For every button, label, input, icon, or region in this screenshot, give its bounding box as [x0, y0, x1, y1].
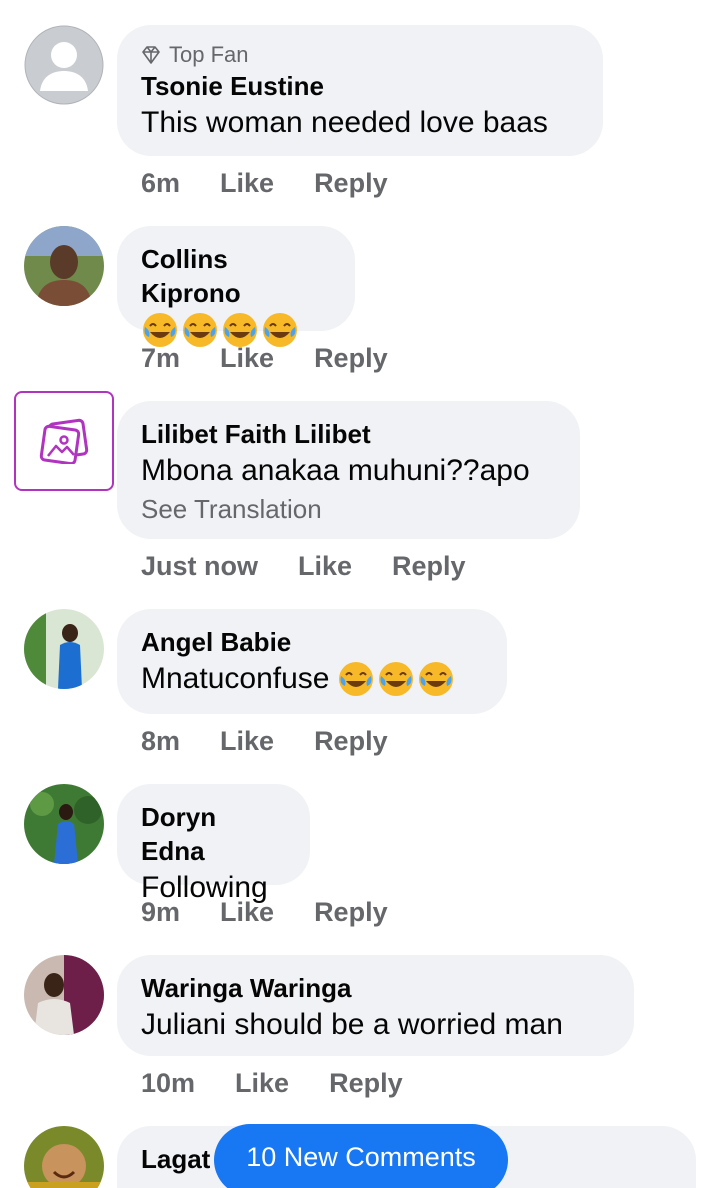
comment-time: 8m: [141, 726, 181, 756]
comment-time: 9m: [141, 897, 181, 927]
default-avatar-icon: [24, 25, 104, 105]
comment-text: This woman needed love baas: [141, 106, 548, 139]
comment-actions: Just now Like Reply: [141, 551, 466, 582]
reply-button[interactable]: Reply: [314, 343, 388, 374]
comment-actions: 9m Like Reply: [141, 897, 388, 928]
face-with-tears-of-joy-icon: [419, 662, 454, 696]
reply-button[interactable]: Reply: [392, 551, 466, 582]
comment-time: 7m: [141, 343, 181, 373]
image-placeholder-icon: [39, 418, 89, 464]
commenter-name[interactable]: Waringa Waringa: [141, 971, 610, 1005]
like-button[interactable]: Like: [298, 551, 352, 582]
comment-time: Just now: [141, 551, 259, 581]
new-comments-button[interactable]: 10 New Comments: [214, 1124, 508, 1188]
like-button[interactable]: Like: [235, 1068, 289, 1099]
comment-time: 10m: [141, 1068, 196, 1098]
face-with-tears-of-joy-icon: [379, 662, 414, 696]
comment-actions: 6m Like Reply: [141, 168, 388, 199]
comment-bubble[interactable]: Top Fan Tsonie Eustine This woman needed…: [117, 25, 603, 156]
profile-photo: [24, 1126, 104, 1188]
avatar[interactable]: [24, 784, 104, 864]
comment-actions: 8m Like Reply: [141, 726, 388, 757]
comment-time: 6m: [141, 168, 181, 198]
comment-bubble[interactable]: Doryn Edna Following: [117, 784, 310, 904]
comment-text: Mbona anakaa muhuni??apo: [141, 454, 530, 487]
like-button[interactable]: Like: [220, 343, 274, 374]
comment-bubble[interactable]: Collins Kiprono: [117, 226, 355, 347]
comment-bubble[interactable]: Angel Babie Mnatuconfuse: [117, 609, 507, 714]
comment-text: Juliani should be a worried man: [141, 1008, 563, 1041]
commenter-name[interactable]: Collins Kiprono: [141, 242, 331, 310]
avatar[interactable]: [24, 226, 104, 306]
comment-bubble[interactable]: Lilibet Faith Lilibet Mbona anakaa muhun…: [117, 401, 580, 539]
avatar[interactable]: [24, 25, 104, 105]
reply-button[interactable]: Reply: [314, 168, 388, 199]
reply-button[interactable]: Reply: [314, 726, 388, 757]
like-button[interactable]: Like: [220, 726, 274, 757]
commenter-name[interactable]: Lilibet Faith Lilibet: [141, 417, 556, 451]
avatar[interactable]: [24, 609, 104, 689]
avatar[interactable]: [24, 955, 104, 1035]
diamond-icon: [142, 46, 160, 64]
profile-photo: [24, 784, 104, 864]
comment-actions: 10m Like Reply: [141, 1068, 403, 1099]
face-with-tears-of-joy-icon: [339, 662, 374, 696]
profile-photo: [24, 226, 104, 306]
see-translation-link[interactable]: See Translation: [141, 491, 556, 527]
avatar[interactable]: [24, 1126, 104, 1188]
comment-actions: 7m Like Reply: [141, 343, 388, 374]
commenter-name[interactable]: Tsonie Eustine: [141, 69, 579, 103]
like-button[interactable]: Like: [220, 168, 274, 199]
comment-text: Mnatuconfuse: [141, 662, 330, 695]
commenter-name[interactable]: Doryn Edna: [141, 800, 286, 868]
top-fan-badge: Top Fan: [141, 41, 579, 69]
avatar[interactable]: [14, 391, 114, 491]
reply-button[interactable]: Reply: [329, 1068, 403, 1099]
profile-photo: [24, 955, 104, 1035]
badge-label: Top Fan: [169, 42, 249, 67]
reply-button[interactable]: Reply: [314, 897, 388, 928]
comment-text-row: Mnatuconfuse: [141, 659, 483, 699]
profile-photo: [24, 609, 104, 689]
like-button[interactable]: Like: [220, 897, 274, 928]
commenter-name[interactable]: Angel Babie: [141, 625, 483, 659]
comment-bubble[interactable]: Waringa Waringa Juliani should be a worr…: [117, 955, 634, 1056]
emoji-row: [337, 660, 455, 698]
